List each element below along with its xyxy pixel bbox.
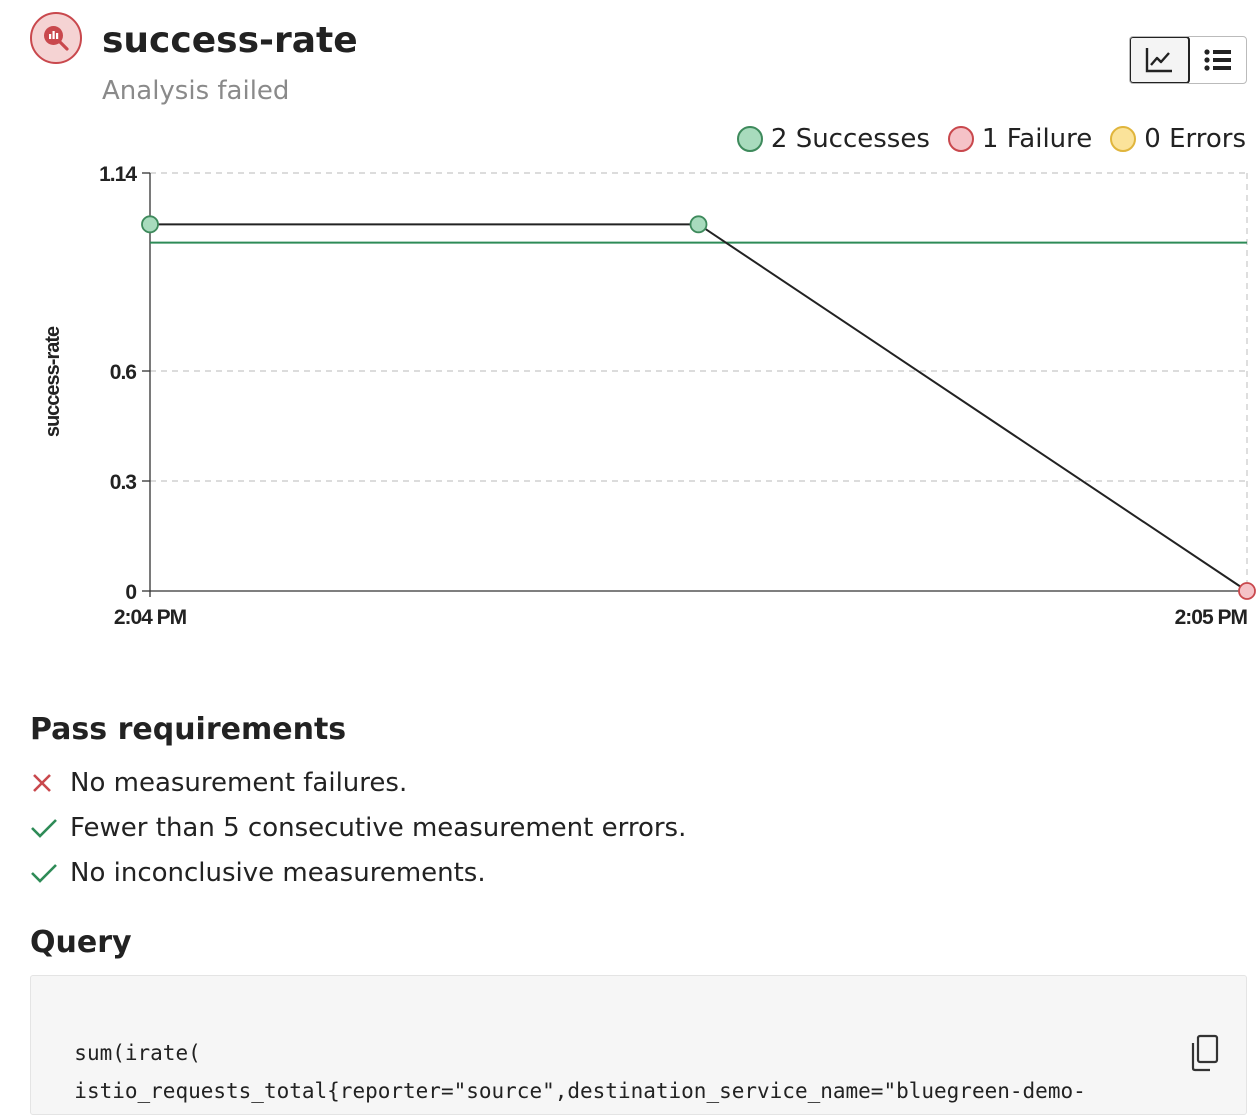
copy-button[interactable] [1139,996,1220,1114]
query-text: sum(irate( istio_requests_total{reporter… [74,1041,1086,1103]
y-axis-label: success-rate [42,326,64,437]
pass-requirements-title: Pass requirements [30,712,347,747]
analysis-status-text: Analysis failed [102,76,290,106]
legend-errors-label: 0 Errors [1144,124,1246,154]
x-tick-label: 2:04 PM [114,606,187,629]
chart-legend: 2 Successes 1 Failure 0 Errors [736,124,1246,154]
requirement-text: Fewer than 5 consecutive measurement err… [70,812,687,843]
copy-icon [1191,1034,1219,1072]
list-icon [1204,49,1231,71]
legend-successes-label: 2 Successes [770,124,930,154]
data-point-success [689,215,708,234]
requirement-item: No inconclusive measurements. [30,850,686,895]
search-chart-icon [44,26,69,51]
x-tick-label: 2:05 PM [1175,606,1248,629]
requirement-item: Fewer than 5 consecutive measurement err… [30,805,686,850]
data-point-failure [1238,582,1256,600]
success-dot-icon [736,126,763,152]
table-view-button[interactable] [1190,37,1247,83]
query-title: Query [30,925,132,960]
view-toggle [1129,36,1247,84]
line-chart-icon [1146,48,1173,73]
query-code-block: sum(irate( istio_requests_total{reporter… [30,975,1247,1115]
y-tick-label: 1.14 [99,163,137,186]
legend-errors: 0 Errors [1110,124,1246,154]
series-line [150,223,1248,592]
requirements-list: No measurement failures. Fewer than 5 con… [30,760,686,895]
chart-view-button[interactable] [1130,37,1190,83]
legend-successes: 2 Successes [736,124,930,154]
requirement-text: No inconclusive measurements. [70,857,486,888]
y-tick-label: 0.3 [110,471,137,494]
analysis-status-icon [30,12,82,64]
y-tick-label: 0 [125,581,136,604]
legend-failures-label: 1 Failure [981,124,1093,154]
requirement-item: No measurement failures. [30,760,686,805]
error-dot-icon [1110,126,1137,152]
legend-failures: 1 Failure [947,124,1093,154]
failure-dot-icon [947,126,974,152]
check-icon [30,816,70,840]
data-point-success [141,215,159,234]
cross-icon [30,771,70,795]
requirement-text: No measurement failures. [70,767,408,798]
y-tick-label: 0.6 [110,361,137,384]
page-title: success-rate [102,20,358,61]
success-rate-chart: 0 0.3 0.6 1.14 2:04 PM 2:05 PM success-rate [42,163,1256,629]
check-icon [30,861,70,885]
